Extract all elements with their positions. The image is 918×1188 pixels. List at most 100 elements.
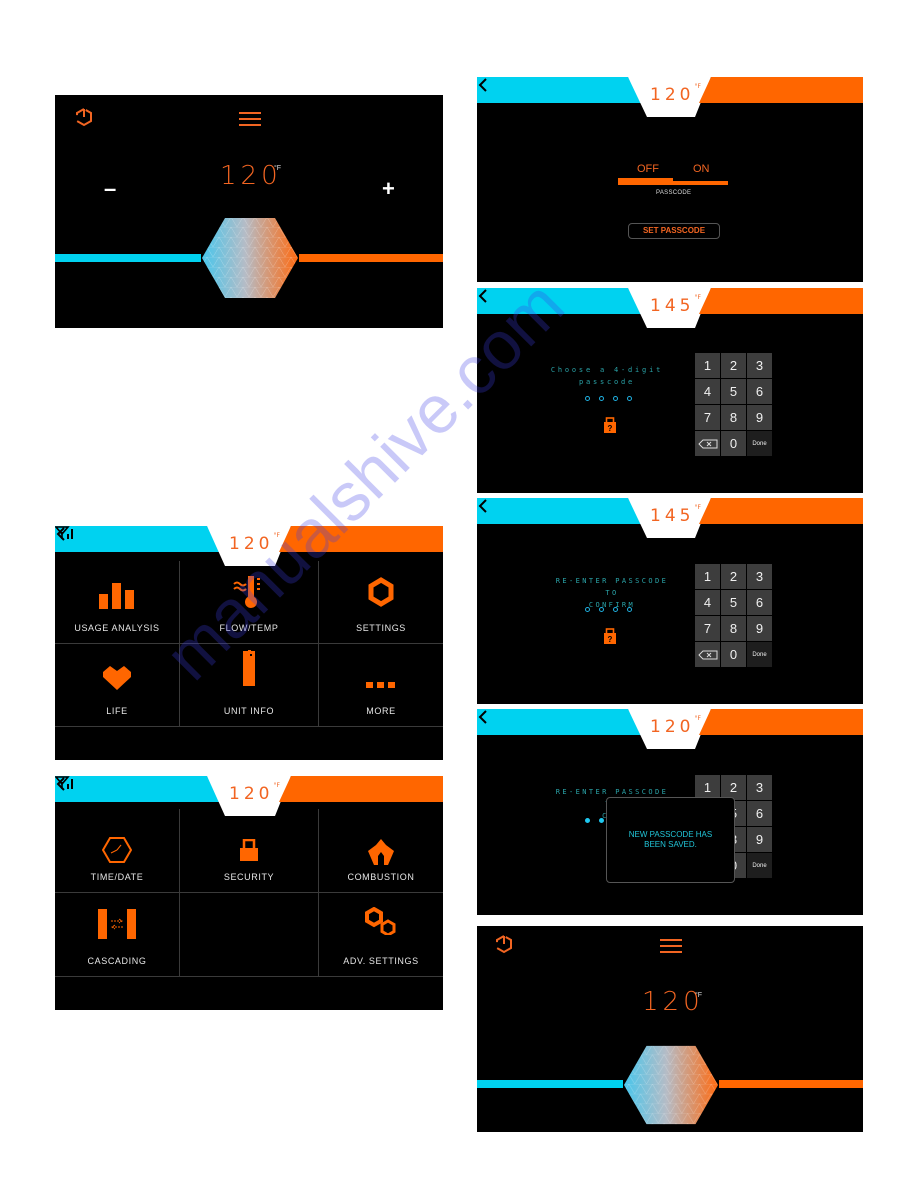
hamburger-menu-icon[interactable] [660, 939, 682, 955]
key-3[interactable]: 3 [747, 775, 772, 800]
menu-item-unit-info[interactable]: UNIT INFO [180, 644, 319, 727]
passcode-dot [585, 607, 590, 612]
chevron-left-icon[interactable] [477, 498, 489, 514]
passcode-dot [627, 396, 632, 401]
header-temperature: 145°F [650, 294, 701, 316]
menu-item-settings[interactable]: SETTINGS [319, 561, 443, 644]
passcode-prompt: Choose a 4-digit passcode [550, 366, 664, 386]
key-9[interactable]: 9 [747, 405, 772, 430]
lock-question-icon: ? [604, 417, 616, 433]
gears-icon [365, 907, 396, 935]
header-bar: 120°F [477, 77, 863, 117]
key-4[interactable]: 4 [695, 590, 720, 615]
key-6[interactable]: 6 [747, 801, 772, 826]
toggle-off-label[interactable]: OFF [637, 163, 659, 175]
wifi-signal-icon [55, 776, 73, 789]
menu-item-combustion[interactable]: COMBUSTION [319, 809, 443, 893]
passcode-dots [585, 607, 632, 612]
svg-text:?: ? [608, 635, 613, 644]
toggle-on-label[interactable]: ON [693, 163, 710, 175]
set-passcode-button[interactable]: SET PASSCODE [628, 223, 720, 239]
thermometer-icon [233, 576, 260, 608]
hamburger-menu-icon[interactable] [239, 112, 261, 128]
temperature-hexagon-dial[interactable] [201, 217, 299, 299]
hot-bar [299, 254, 443, 262]
temperature-readout: 120 [220, 161, 282, 191]
menu-item-flow-temp[interactable]: FLOW/TEMP [180, 561, 319, 644]
menu-item-time-date[interactable]: TIME/DATE [55, 809, 180, 893]
cold-bar [55, 254, 201, 262]
key-0[interactable]: 0 [721, 642, 746, 667]
menu-item-adv-settings[interactable]: ADV. SETTINGS [319, 893, 443, 977]
key-7[interactable]: 7 [695, 616, 720, 641]
done-key[interactable]: Done [747, 431, 772, 456]
key-1[interactable]: 1 [695, 564, 720, 589]
numeric-keypad: 1 2 3 4 5 6 7 8 9 0 Done [695, 564, 772, 667]
svg-text:?: ? [608, 424, 613, 433]
main-menu-screen: 120°F USAGE ANALYSIS FLOW/TEMP SETTINGS … [55, 526, 443, 760]
key-8[interactable]: 8 [721, 405, 746, 430]
key-5[interactable]: 5 [721, 590, 746, 615]
passcode-dot [599, 818, 604, 823]
clock-icon [102, 837, 132, 863]
power-icon[interactable] [494, 934, 514, 954]
header-bar: 120°F [55, 526, 443, 566]
key-5[interactable]: 5 [721, 379, 746, 404]
key-1[interactable]: 1 [695, 353, 720, 378]
chevron-left-icon[interactable] [477, 288, 489, 304]
key-6[interactable]: 6 [747, 379, 772, 404]
chevron-left-icon[interactable] [477, 709, 489, 725]
passcode-dot [585, 396, 590, 401]
header-bar: 145°F [477, 288, 863, 328]
header-temperature: 120°F [650, 715, 701, 737]
cascading-icon [98, 909, 136, 939]
key-2[interactable]: 2 [721, 564, 746, 589]
key-8[interactable]: 8 [721, 616, 746, 641]
key-2[interactable]: 2 [721, 353, 746, 378]
unit-icon [243, 650, 255, 686]
key-3[interactable]: 3 [747, 564, 772, 589]
menu-item-security[interactable]: SECURITY [180, 809, 319, 893]
key-9[interactable]: 9 [747, 616, 772, 641]
temperature-hexagon-dial[interactable] [623, 1044, 719, 1126]
key-7[interactable]: 7 [695, 405, 720, 430]
security-screen: 120°F OFF ON PASSCODE SET PASSCODE [477, 77, 863, 282]
lock-icon [240, 839, 258, 861]
header-temperature: 120°F [229, 782, 280, 804]
done-key[interactable]: Done [747, 853, 772, 878]
key-0[interactable]: 0 [721, 431, 746, 456]
menu-item-empty [180, 893, 319, 977]
passcode-saved-screen: 120°F RE-ENTER PASSCODE TO CON 1 2 3 4 5… [477, 709, 863, 915]
bar-chart-icon [99, 583, 134, 609]
menu-item-usage-analysis[interactable]: USAGE ANALYSIS [55, 561, 180, 644]
passcode-saved-dialog[interactable]: NEW PASSCODE HAS BEEN SAVED. [606, 797, 735, 883]
decrease-temp-button[interactable]: – [104, 178, 116, 200]
header-temperature: 145°F [650, 504, 701, 526]
power-icon[interactable] [74, 107, 94, 127]
wifi-signal-icon [55, 526, 73, 539]
home-screen-top: 120 °F – + [55, 95, 443, 328]
key-4[interactable]: 4 [695, 379, 720, 404]
passcode-dot [613, 607, 618, 612]
menu-item-cascading[interactable]: CASCADING [55, 893, 180, 977]
passcode-dot [613, 396, 618, 401]
header-temperature: 120°F [229, 532, 280, 554]
key-3[interactable]: 3 [747, 353, 772, 378]
passcode-prompt: RE-ENTER PASSCODE TO CONFIRM [555, 577, 669, 609]
backspace-key[interactable] [695, 431, 720, 456]
done-key[interactable]: Done [747, 642, 772, 667]
key-9[interactable]: 9 [747, 827, 772, 852]
menu-grid: USAGE ANALYSIS FLOW/TEMP SETTINGS LIFE U… [55, 561, 443, 727]
passcode-toggle[interactable] [618, 178, 728, 186]
backspace-icon [697, 439, 717, 448]
temperature-unit: °F [695, 992, 703, 999]
key-6[interactable]: 6 [747, 590, 772, 615]
temperature-unit: °F [274, 165, 282, 172]
menu-item-more[interactable]: MORE [319, 644, 443, 727]
passcode-dot [585, 818, 590, 823]
menu-item-life[interactable]: LIFE [55, 644, 180, 727]
increase-temp-button[interactable]: + [382, 178, 395, 200]
passcode-dot [599, 607, 604, 612]
chevron-left-icon[interactable] [477, 77, 489, 93]
backspace-key[interactable] [695, 642, 720, 667]
